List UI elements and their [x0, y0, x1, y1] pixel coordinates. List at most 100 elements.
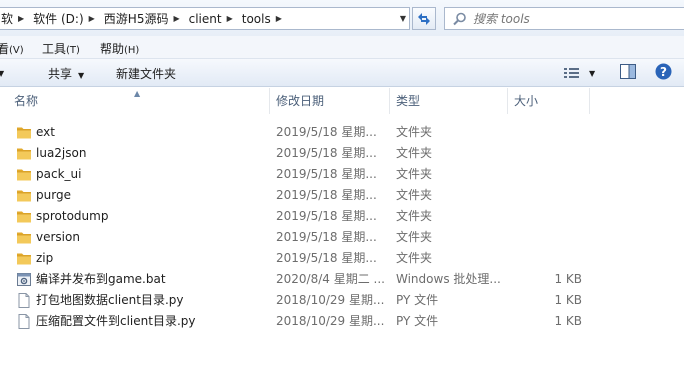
change-view-button[interactable] — [564, 65, 580, 79]
folder-icon — [16, 125, 32, 140]
file-type: 文件夹 — [396, 230, 433, 244]
breadcrumb-label: 西游H5源码 — [103, 12, 169, 26]
file-size — [510, 164, 582, 185]
address-bar-row: 软 ▶ 软件 (D:) ▶ 西游H5源码 ▶ client ▶ tools ▶ … — [0, 0, 684, 36]
menu-tools[interactable]: 工具(T) — [42, 40, 80, 57]
file-size — [510, 206, 582, 227]
file-name: zip — [36, 251, 54, 265]
help-button[interactable]: ? — [655, 63, 672, 83]
column-header-size[interactable]: 大小 — [508, 88, 590, 114]
file-type: 文件夹 — [396, 146, 433, 160]
breadcrumb-drive[interactable]: 软件 (D:) ▶ — [31, 8, 102, 29]
breadcrumb-label: client — [188, 11, 222, 26]
view-options-dropdown[interactable]: ▼ — [589, 65, 595, 79]
file-name: sprotodump — [36, 209, 109, 223]
file-icon — [16, 293, 32, 308]
chevron-down-icon: ▼ — [78, 71, 85, 80]
menu-accelerator: (H) — [124, 45, 140, 56]
chevron-right-icon[interactable]: ▶ — [18, 14, 24, 23]
file-date-modified: 2018/10/29 星期... — [276, 293, 385, 307]
preview-pane-button[interactable] — [620, 64, 636, 82]
file-row[interactable]: version 2019/5/18 星期... 文件夹 — [0, 227, 684, 248]
address-bar[interactable]: 软 ▶ 软件 (D:) ▶ 西游H5源码 ▶ client ▶ tools ▶ — [0, 7, 410, 30]
chevron-right-icon[interactable]: ▶ — [276, 14, 282, 23]
preview-pane-icon — [620, 64, 636, 79]
breadcrumb-tools[interactable]: tools ▶ — [240, 8, 289, 29]
new-folder-button[interactable]: 新建文件夹 — [116, 65, 176, 82]
chevron-down-icon: ▼ — [0, 69, 5, 78]
chevron-right-icon[interactable]: ▶ — [227, 14, 233, 23]
menu-label: 工具 — [42, 42, 67, 56]
file-row[interactable]: lua2json 2019/5/18 星期... 文件夹 — [0, 143, 684, 164]
file-type: 文件夹 — [396, 209, 433, 223]
refresh-icon — [418, 12, 430, 25]
file-size — [510, 122, 582, 143]
breadcrumb-fragment: 软 — [1, 12, 14, 26]
file-size — [510, 227, 582, 248]
column-header-label: 大小 — [514, 94, 539, 108]
file-row[interactable]: 打包地图数据client目录.py 2018/10/29 星期... PY 文件 1 … — [0, 290, 684, 311]
file-size: 1 KB — [554, 293, 582, 307]
file-type: 文件夹 — [396, 188, 433, 202]
menu-bar: 看(V) 工具(T) 帮助(H) — [0, 36, 684, 59]
address-history-dropdown[interactable]: ▼ — [396, 8, 410, 29]
folder-icon — [16, 251, 32, 266]
file-row[interactable]: pack_ui 2019/5/18 星期... 文件夹 — [0, 164, 684, 185]
file-name: ext — [36, 125, 55, 139]
file-row[interactable]: 压缩配置文件到client目录.py 2018/10/29 星期... PY 文件 1… — [0, 311, 684, 332]
file-name: version — [36, 230, 80, 244]
menu-accelerator: (T) — [66, 45, 80, 56]
file-name: 编译并发布到game.bat — [36, 272, 166, 286]
file-name: purge — [36, 188, 71, 202]
breadcrumb-overflow[interactable]: 软 ▶ — [0, 8, 31, 29]
file-name: 打包地图数据client目录.py — [36, 293, 184, 307]
file-type: PY 文件 — [396, 293, 439, 307]
file-row[interactable]: purge 2019/5/18 星期... 文件夹 — [0, 185, 684, 206]
file-icon — [16, 314, 32, 329]
file-size: 1 KB — [554, 314, 582, 328]
menu-help[interactable]: 帮助(H) — [100, 40, 139, 57]
file-name: lua2json — [36, 146, 87, 160]
column-header-label: 名称 — [14, 94, 39, 108]
search-icon — [453, 12, 466, 26]
share-button[interactable]: 共享 ▼ — [48, 65, 84, 82]
organize-dropdown-button[interactable]: ▼ — [0, 65, 4, 79]
file-type: 文件夹 — [396, 125, 433, 139]
file-row[interactable]: ext 2019/5/18 星期... 文件夹 — [0, 122, 684, 143]
file-type: PY 文件 — [396, 314, 439, 328]
column-header-type[interactable]: 类型 — [390, 88, 508, 114]
file-date-modified: 2019/5/18 星期... — [276, 167, 377, 181]
batch-file-icon — [16, 272, 32, 287]
help-icon: ? — [655, 63, 672, 80]
file-size: 1 KB — [554, 272, 582, 286]
refresh-button[interactable] — [412, 7, 436, 30]
file-row[interactable]: zip 2019/5/18 星期... 文件夹 — [0, 248, 684, 269]
column-header-date[interactable]: 修改日期 — [270, 88, 390, 114]
menu-accelerator: (V) — [9, 45, 24, 56]
file-date-modified: 2019/5/18 星期... — [276, 125, 377, 139]
menu-label: 帮助 — [100, 42, 125, 56]
folder-icon — [16, 230, 32, 245]
menu-view[interactable]: 看(V) — [0, 40, 24, 57]
column-header-label: 修改日期 — [276, 94, 325, 108]
file-date-modified: 2019/5/18 星期... — [276, 188, 377, 202]
search-box[interactable] — [444, 7, 684, 30]
folder-icon — [16, 209, 32, 224]
column-header-label: 类型 — [396, 94, 421, 108]
file-size — [510, 143, 582, 164]
file-row[interactable]: sprotodump 2019/5/18 星期... 文件夹 — [0, 206, 684, 227]
view-details-icon — [564, 67, 579, 78]
breadcrumb-client[interactable]: client ▶ — [187, 8, 240, 29]
breadcrumb-project[interactable]: 西游H5源码 ▶ — [102, 8, 187, 29]
file-size — [510, 185, 582, 206]
new-folder-label: 新建文件夹 — [116, 67, 177, 81]
file-type: 文件夹 — [396, 251, 433, 265]
chevron-right-icon[interactable]: ▶ — [89, 14, 95, 23]
search-input[interactable] — [473, 11, 653, 27]
file-date-modified: 2019/5/18 星期... — [276, 251, 377, 265]
chevron-right-icon[interactable]: ▶ — [173, 14, 179, 23]
folder-icon — [16, 146, 32, 161]
file-row[interactable]: 编译并发布到game.bat 2020/8/4 星期二 ... Windows 批处… — [0, 269, 684, 290]
sort-ascending-icon: ▲ — [134, 89, 141, 98]
folder-icon — [16, 188, 32, 203]
